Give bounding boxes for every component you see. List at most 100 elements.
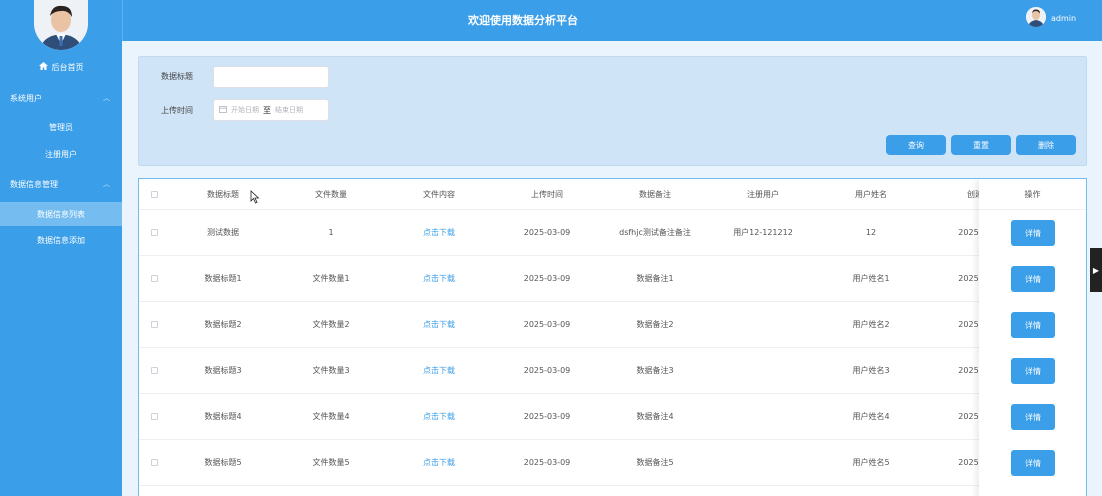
row-select-cell[interactable] — [139, 394, 169, 439]
cell-registered-user — [709, 302, 817, 347]
cell-upload-time: 2025-03-09 — [523, 366, 571, 375]
select-all-checkbox[interactable] — [150, 190, 158, 198]
cell-file-count: 文件数量1 — [312, 274, 350, 283]
row-checkbox[interactable] — [150, 413, 158, 420]
download-link[interactable]: 点击下载 — [385, 210, 493, 255]
detail-button[interactable]: 详情 — [1011, 266, 1055, 292]
cell-title: 数据标题5 — [204, 458, 242, 467]
date-range-picker[interactable]: 开始日期 至 结束日期 — [213, 99, 329, 121]
column-header: 操作 — [979, 179, 1086, 210]
cell-file-count: 文件数量2 — [312, 320, 350, 329]
sidebar-item-label: 注册用户 — [45, 149, 77, 159]
download-link[interactable]: 点击下载 — [385, 440, 493, 485]
reset-button[interactable]: 重置 — [951, 135, 1011, 155]
download-link[interactable]: 点击下载 — [385, 256, 493, 301]
sidebar-item-label: 后台首页 — [51, 62, 84, 72]
column-header[interactable]: 上传时间 — [493, 179, 601, 209]
upload-time-label: 上传时间 — [161, 106, 193, 115]
cell-user-name: 用户姓名1 — [852, 274, 890, 283]
delete-button[interactable]: 删除 — [1016, 135, 1076, 155]
cell-registered-user: 用户12-121212 — [733, 228, 793, 237]
page-title: 欢迎使用数据分析平台 — [468, 14, 578, 27]
column-header[interactable]: 数据备注 — [601, 179, 709, 209]
home-icon — [38, 62, 48, 72]
download-link[interactable]: 点击下载 — [385, 348, 493, 393]
cell-title: 数据标题2 — [204, 320, 242, 329]
select-all-cell[interactable] — [139, 179, 169, 209]
title-label: 数据标题 — [161, 72, 193, 81]
detail-button[interactable]: 详情 — [1011, 404, 1055, 430]
cell-file-count: 文件数量5 — [312, 458, 350, 467]
row-checkbox[interactable] — [150, 229, 158, 236]
search-panel: 数据标题 上传时间 开始日期 至 结束日期 查询 重置 删除 — [138, 56, 1087, 166]
cell-user-name: 用户姓名5 — [852, 458, 890, 467]
cell-title: 数据标题4 — [204, 412, 242, 421]
title-input[interactable] — [213, 66, 329, 88]
table-row: 数据标题3文件数量3点击下载2025-03-09数据备注3用户姓名32025-0… — [139, 348, 1086, 394]
sidebar-item-data-add[interactable]: 数据信息添加 — [0, 228, 122, 252]
data-table: 数据标题 文件数量 文件内容 上传时间 数据备注 注册用户 用户姓名 创建时 测… — [138, 178, 1087, 496]
cell-registered-user — [709, 348, 817, 393]
sidebar-item-admins[interactable]: 管理员 — [0, 115, 122, 139]
cell-remark: 数据备注4 — [636, 412, 674, 421]
row-checkbox[interactable] — [150, 275, 158, 282]
table-row: 数据标题1文件数量1点击下载2025-03-09数据备注1用户姓名12025-0… — [139, 256, 1086, 302]
top-header: 欢迎使用数据分析平台 admin — [122, 0, 1102, 41]
row-select-cell[interactable] — [139, 348, 169, 393]
row-checkbox[interactable] — [150, 459, 158, 466]
column-header[interactable]: 注册用户 — [709, 179, 817, 209]
sidebar-item-registered-users[interactable]: 注册用户 — [0, 142, 122, 166]
row-select-cell[interactable] — [139, 302, 169, 347]
end-date-input[interactable]: 结束日期 — [275, 105, 303, 115]
sidebar-item-data-list[interactable]: 数据信息列表 — [0, 202, 122, 226]
detail-button[interactable]: 详情 — [1011, 358, 1055, 384]
cell-upload-time: 2025-03-09 — [523, 458, 571, 467]
sidebar-group-label: 数据信息管理 — [10, 179, 58, 189]
row-select-cell[interactable] — [139, 256, 169, 301]
cell-remark: 数据备注2 — [636, 320, 674, 329]
sidebar-group-data-management[interactable]: 数据信息管理 ︿ — [0, 173, 122, 195]
table-row: 数据标题2文件数量2点击下载2025-03-09数据备注2用户姓名22025-0… — [139, 302, 1086, 348]
cell-remark: 数据备注1 — [636, 274, 674, 283]
cell-user-name: 用户姓名3 — [852, 366, 890, 375]
column-header[interactable]: 数据标题 — [169, 179, 277, 209]
query-button[interactable]: 查询 — [886, 135, 946, 155]
column-header[interactable]: 文件内容 — [385, 179, 493, 209]
cell-file-count: 1 — [328, 228, 334, 237]
detail-button[interactable]: 详情 — [1011, 312, 1055, 338]
cell-title: 数据标题3 — [204, 366, 242, 375]
caret-right-icon: ▶ — [1092, 265, 1100, 275]
sidebar-item-home[interactable]: 后台首页 — [0, 60, 122, 74]
cell-remark: 数据备注5 — [636, 458, 674, 467]
detail-button[interactable]: 详情 — [1011, 450, 1055, 476]
download-link[interactable]: 点击下载 — [385, 302, 493, 347]
download-link[interactable]: 点击下载 — [385, 394, 493, 439]
user-name[interactable]: admin — [1051, 14, 1076, 23]
row-select-cell[interactable] — [139, 440, 169, 485]
column-header[interactable]: 文件数量 — [277, 179, 385, 209]
expand-panel-tab[interactable]: ▶ — [1090, 248, 1102, 292]
detail-button[interactable]: 详情 — [1011, 220, 1055, 246]
sidebar-item-label: 数据信息列表 — [37, 209, 85, 219]
cell-registered-user — [709, 440, 817, 485]
sidebar-group-system-users[interactable]: 系统用户 ︿ — [0, 87, 122, 109]
sidebar-group-label: 系统用户 — [10, 93, 42, 103]
row-select-cell[interactable] — [139, 210, 169, 255]
column-header[interactable]: 用户姓名 — [817, 179, 925, 209]
sidebar-item-label: 数据信息添加 — [37, 235, 85, 245]
cell-registered-user — [709, 394, 817, 439]
table-row: 数据标题4文件数量4点击下载2025-03-09数据备注4用户姓名42025-0… — [139, 394, 1086, 440]
avatar — [34, 0, 88, 50]
user-avatar[interactable] — [1026, 7, 1046, 27]
cell-user-name: 12 — [865, 228, 877, 237]
cell-upload-time: 2025-03-09 — [523, 320, 571, 329]
cell-upload-time: 2025-03-09 — [523, 228, 571, 237]
row-checkbox[interactable] — [150, 367, 158, 374]
cell-remark: dsfhjc测试备注备注 — [619, 228, 691, 237]
start-date-input[interactable]: 开始日期 — [231, 105, 259, 115]
sidebar-item-label: 管理员 — [49, 122, 73, 132]
row-checkbox[interactable] — [150, 321, 158, 328]
table-row: 数据标题5文件数量5点击下载2025-03-09数据备注5用户姓名52025-0… — [139, 440, 1086, 486]
date-separator: 至 — [263, 105, 271, 115]
calendar-icon — [219, 105, 227, 115]
